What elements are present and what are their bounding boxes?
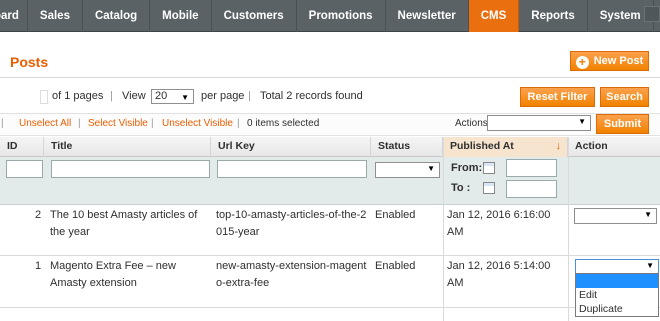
action-dropdown-menu: Edit Duplicate [575, 273, 659, 317]
col-published-at-label: Published At [450, 140, 514, 152]
row-action-select[interactable]: ▼ [574, 208, 657, 224]
cell-title: The 10 best Amasty articles of the year [50, 209, 198, 238]
nav-sales[interactable]: Sales [28, 0, 83, 32]
filter-row: ▼ From: To : [0, 157, 660, 205]
of-pages-text: of 1 pages [52, 90, 104, 102]
records-found: Total 2 records found [260, 90, 363, 102]
nav-newsletter[interactable]: Newsletter [386, 0, 469, 32]
per-page-label: per page [201, 90, 245, 102]
calendar-icon[interactable] [483, 162, 495, 174]
unselect-all-link[interactable]: Unselect All [19, 118, 71, 129]
nav-reports[interactable]: Reports [519, 0, 588, 32]
new-post-button[interactable]: + New Post [570, 51, 649, 71]
filter-to-input[interactable] [506, 180, 557, 198]
actions-select[interactable]: ▼ [487, 115, 591, 131]
column-divider [443, 137, 444, 321]
filter-status-select[interactable]: ▼ [375, 162, 440, 178]
filter-title-input[interactable] [51, 160, 210, 178]
chevron-down-icon: ▼ [578, 117, 586, 126]
per-page-value: 20 [155, 90, 168, 102]
nav-customers[interactable]: Customers [212, 0, 297, 32]
cell-id: 2 [35, 209, 42, 221]
separator: | [248, 90, 251, 102]
plus-icon: + [575, 56, 589, 69]
page-number-input[interactable] [40, 90, 48, 104]
to-label: To : [451, 182, 471, 194]
table-row[interactable]: 2 The 10 best Amasty articles of the yea… [0, 205, 660, 256]
dropdown-option-duplicate[interactable]: Duplicate [576, 302, 658, 316]
col-title[interactable]: Title [44, 137, 211, 157]
submit-button[interactable]: Submit [596, 114, 649, 134]
page-title: Posts [10, 54, 49, 70]
select-visible-link[interactable]: Select Visible [88, 118, 148, 129]
cell-id: 1 [35, 260, 42, 272]
chevron-down-icon: ▼ [427, 164, 435, 173]
cell-url-key: new-amasty-extension-magento-extra-fee [216, 260, 367, 289]
nav-mobile[interactable]: Mobile [150, 0, 212, 32]
dropdown-option-edit[interactable]: Edit [576, 288, 658, 302]
filter-from-input[interactable] [506, 159, 557, 177]
calendar-icon[interactable] [483, 182, 495, 194]
actions-label: Actions [455, 118, 488, 129]
separator: | [151, 118, 154, 129]
sort-desc-icon: ↓ [555, 140, 562, 152]
separator: | [110, 90, 113, 102]
chevron-down-icon: ▼ [181, 93, 189, 102]
chevron-down-icon: ▼ [644, 210, 652, 219]
view-label: View [122, 90, 146, 102]
separator: | [1, 118, 4, 129]
cell-published-at: Jan 12, 2016 5:14:00 AM [447, 260, 551, 289]
cell-status: Enabled [375, 209, 416, 221]
reset-filter-button[interactable]: Reset Filter [520, 87, 595, 107]
separator: | [237, 118, 240, 129]
new-post-label: New Post [593, 55, 644, 67]
col-url-key[interactable]: Url Key [211, 137, 371, 157]
header-divider [0, 77, 660, 78]
per-page-select[interactable]: 20 ▼ [151, 89, 194, 104]
cell-published-at: Jan 12, 2016 6:16:00 AM [447, 209, 551, 238]
table-row[interactable]: 1 Magento Extra Fee – new Amasty extensi… [0, 256, 660, 308]
separator: | [78, 118, 81, 129]
filter-url-key-input[interactable] [217, 160, 367, 178]
nav-scroll-button[interactable] [644, 6, 660, 22]
top-nav: oard Sales Catalog Mobile Customers Prom… [0, 0, 660, 32]
nav-promotions[interactable]: Promotions [297, 0, 386, 32]
nav-catalog[interactable]: Catalog [83, 0, 151, 32]
items-selected: 0 items selected [247, 118, 320, 129]
from-label: From: [451, 162, 483, 174]
col-id[interactable]: ID [0, 137, 44, 157]
cell-url-key: top-10-amasty-articles-of-the-2015-year [216, 209, 367, 238]
column-divider [568, 137, 569, 321]
nav-dashboard[interactable]: oard [0, 0, 28, 32]
col-published-at[interactable]: Published At ↓ [443, 137, 568, 157]
cell-status: Enabled [375, 260, 416, 272]
dropdown-option-blank[interactable] [576, 274, 658, 288]
nav-cms[interactable]: CMS [468, 0, 520, 32]
cell-title: Magento Extra Fee – new Amasty extension [50, 260, 176, 289]
col-action: Action [575, 140, 608, 152]
grid-header: ID Title Url Key Status Published At ↓ A… [0, 137, 660, 157]
col-status[interactable]: Status [371, 137, 443, 157]
unselect-visible-link[interactable]: Unselect Visible [162, 118, 233, 129]
filter-id-input[interactable] [6, 160, 43, 178]
chevron-down-icon: ▼ [646, 261, 654, 270]
search-button[interactable]: Search [600, 87, 649, 107]
